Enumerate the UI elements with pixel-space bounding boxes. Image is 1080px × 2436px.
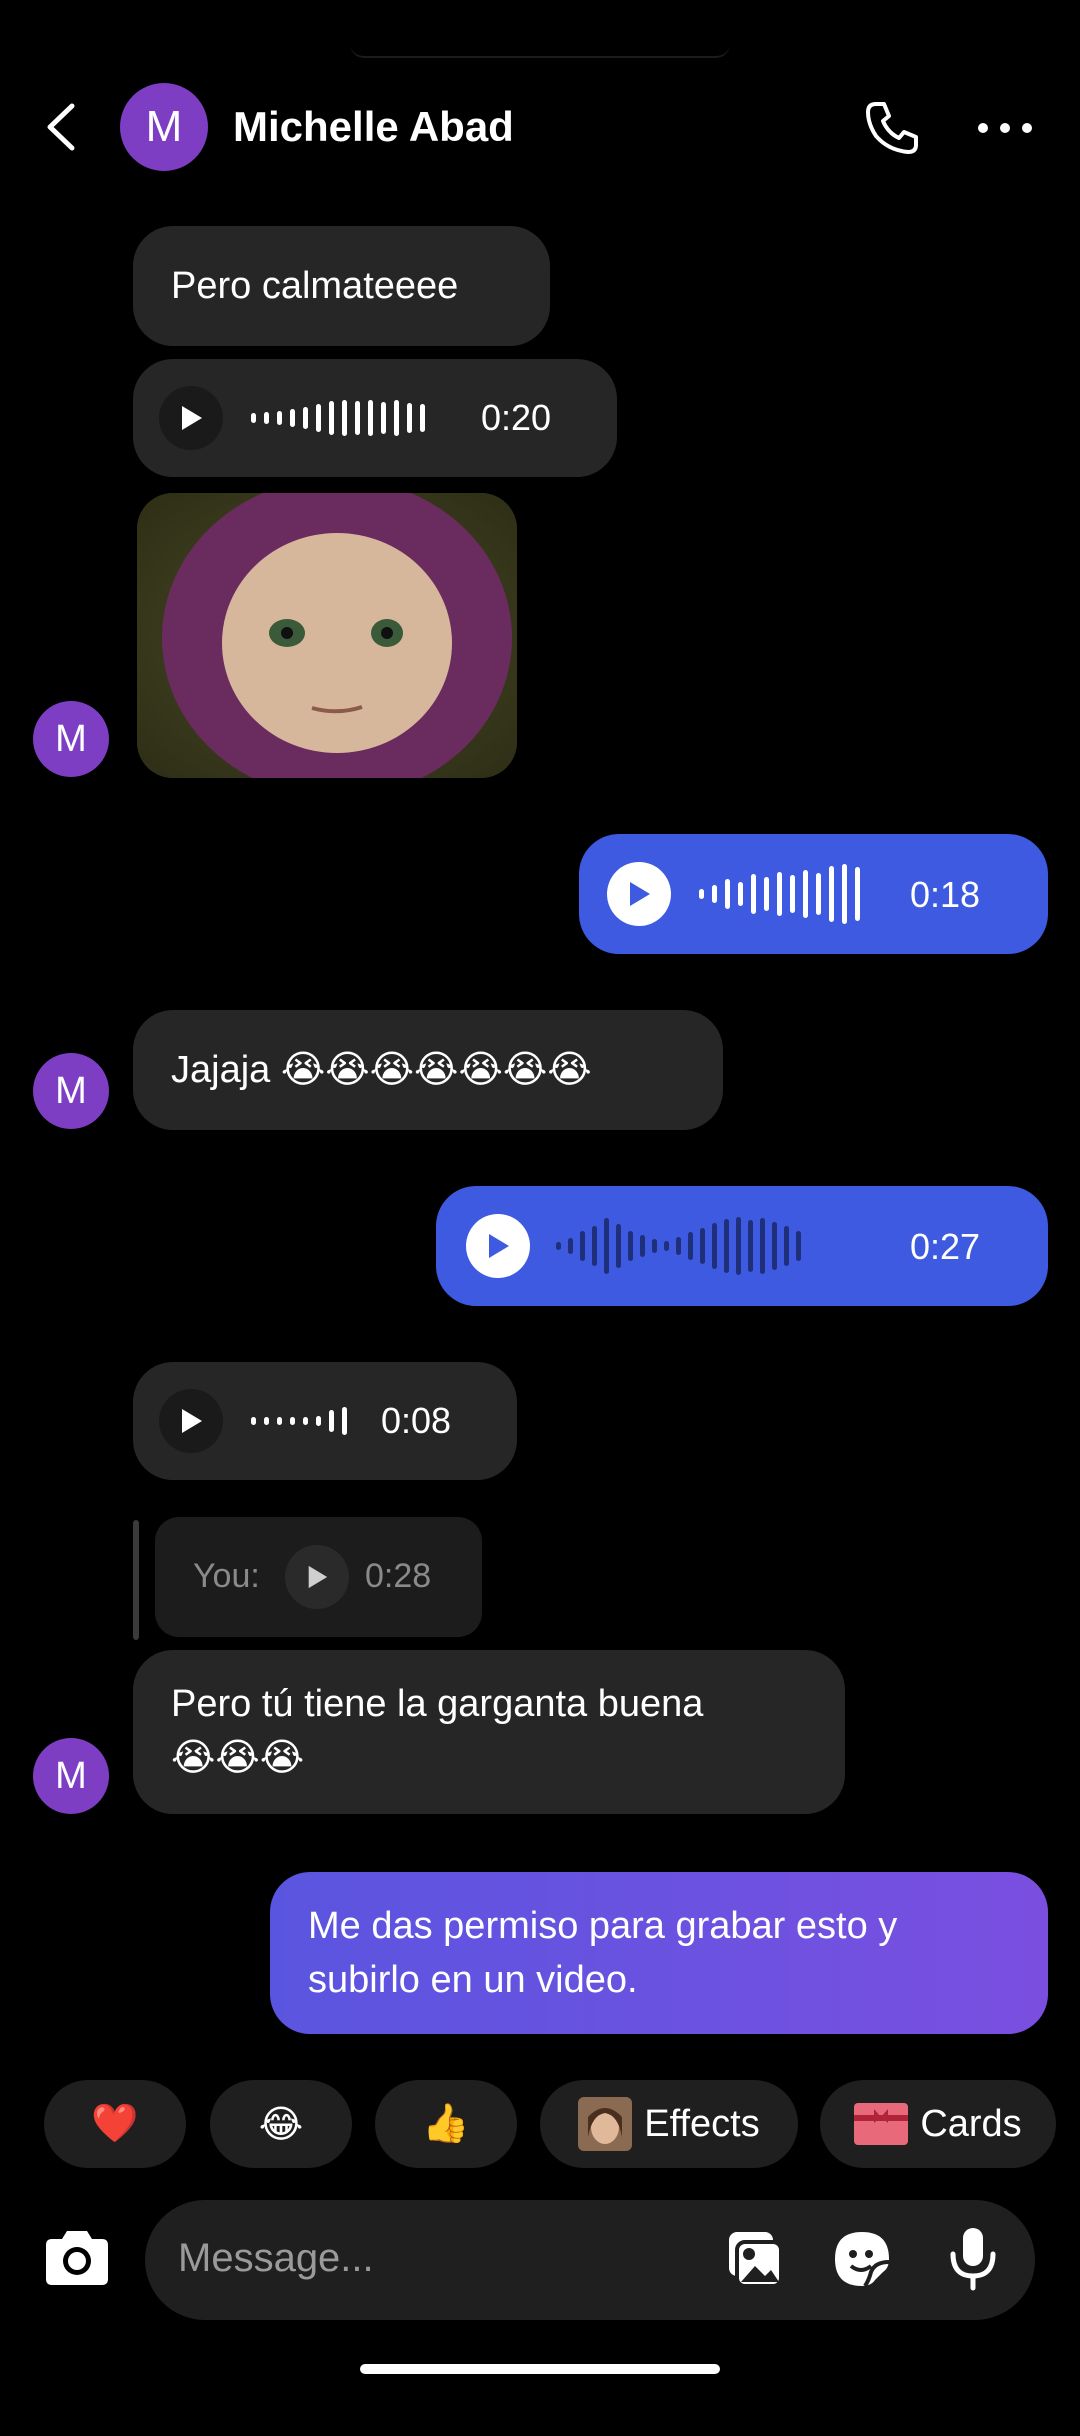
sender-avatar[interactable]: M [33,1738,109,1814]
react-heart-button[interactable]: ❤️ [44,2080,186,2168]
reply-label: You: [193,1557,260,1595]
message-input[interactable]: Message... [145,2200,1035,2320]
cartoon-face-image [137,493,517,778]
sender-avatar[interactable]: M [33,1053,109,1129]
react-thumbs-up-button[interactable]: 👍 [375,2080,517,2168]
play-icon [489,1234,509,1258]
audio-waveform [251,388,425,448]
play-icon [308,1565,328,1589]
phone-call-icon[interactable] [862,98,922,158]
contact-name[interactable]: Michelle Abad [233,103,514,151]
gift-card-icon [854,2103,909,2145]
play-icon [182,1409,202,1433]
play-button[interactable] [285,1545,349,1609]
replied-message-preview[interactable]: You: 0:28 [155,1517,482,1637]
sticker-image[interactable] [137,493,517,778]
audio-waveform [556,1216,801,1276]
effects-button[interactable]: Effects [540,2080,798,2168]
voice-duration: 0:20 [481,397,552,438]
microphone-icon[interactable] [945,2226,1001,2292]
cards-button[interactable]: Cards [820,2080,1056,2168]
effects-thumbnail-icon [578,2097,633,2151]
reply-indicator-bar [133,1520,139,1640]
audio-waveform [251,1391,347,1451]
sender-avatar[interactable]: M [33,701,109,777]
voice-duration: 0:18 [910,874,981,915]
message-text: Pero calmateeee [171,265,459,307]
react-laugh-button[interactable]: 😂 [210,2080,352,2168]
chat-header: M Michelle Abad [0,70,1080,185]
play-icon [182,406,202,430]
sticker-icon[interactable] [831,2228,893,2290]
incoming-text-message[interactable]: Pero calmateeee [133,226,550,346]
incoming-text-message[interactable]: Pero tú tiene la garganta buena 😭😭😭 [133,1650,845,1814]
incoming-voice-message[interactable]: 0:08 [133,1362,517,1480]
voice-duration: 0:27 [910,1226,981,1267]
outgoing-text-message[interactable]: Me das permiso para grabar esto y subirl… [270,1872,1048,2034]
message-text-line: subirlo en un video. [308,1959,638,2001]
camera-icon[interactable] [32,2215,122,2305]
message-placeholder: Message... [178,2236,374,2280]
message-text-line: Pero tú tiene la garganta buena [171,1683,704,1725]
incoming-voice-message[interactable]: 0:20 [133,359,617,477]
message-text-line: Me das permiso para grabar esto y [308,1905,898,1947]
back-arrow-icon[interactable] [40,100,84,154]
voice-duration: 0:08 [381,1400,452,1441]
play-button[interactable] [466,1214,530,1278]
play-button[interactable] [607,862,671,926]
play-button[interactable] [159,386,223,450]
message-text-line: 😭😭😭 [171,1737,305,1779]
play-button[interactable] [159,1389,223,1453]
reply-duration: 0:28 [365,1557,432,1595]
outgoing-voice-message[interactable]: 0:18 [579,834,1048,954]
status-bar-notch [350,44,730,58]
play-icon [630,882,650,906]
contact-avatar[interactable]: M [120,83,208,171]
gallery-icon[interactable] [723,2228,785,2290]
more-options-icon[interactable] [975,120,1035,136]
message-text: Jajaja 😭😭😭😭😭😭😭 [171,1049,592,1091]
incoming-text-message[interactable]: Jajaja 😭😭😭😭😭😭😭 [133,1010,723,1130]
audio-waveform [699,864,860,924]
home-indicator [360,2364,720,2374]
outgoing-voice-message[interactable]: 0:27 [436,1186,1048,1306]
